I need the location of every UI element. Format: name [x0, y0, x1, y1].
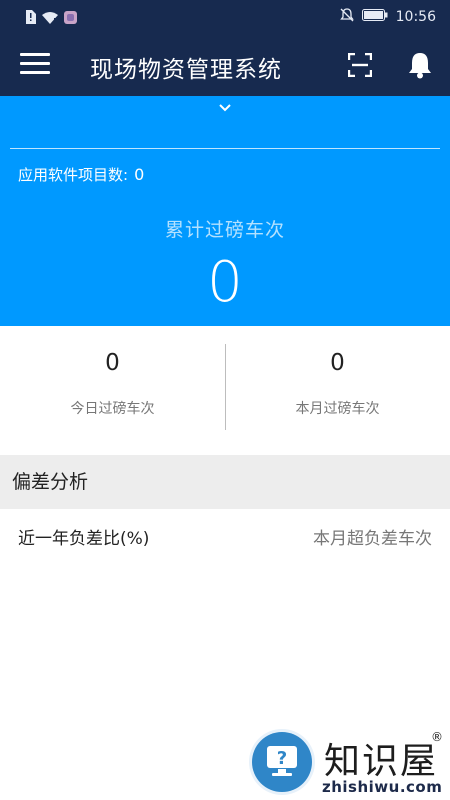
watermark-brand: 知识屋 [324, 741, 439, 782]
status-bar: 10:56 [0, 0, 450, 34]
summary-panel: 应用软件项目数: 0 累计过磅车次 0 [0, 96, 450, 326]
scan-icon[interactable] [347, 52, 373, 78]
stats-row: 0 今日过磅车次 0 本月过磅车次 [0, 326, 450, 454]
battery-icon [361, 9, 388, 25]
month-value: 0 [330, 350, 345, 376]
watermark-site: zhishiwu.com [322, 778, 443, 796]
watermark-registered: ® [431, 730, 443, 744]
status-time: 10:56 [395, 9, 436, 25]
cumulative-value: 0 [207, 250, 243, 315]
bell-icon[interactable] [407, 51, 433, 79]
watermark: ? 知识屋 ® zhishiwu.com [250, 730, 450, 800]
divider [10, 148, 440, 149]
project-count: 应用软件项目数: 0 [18, 164, 144, 185]
cumulative-label: 累计过磅车次 [164, 219, 285, 241]
month-stat[interactable]: 0 本月过磅车次 [225, 326, 450, 454]
project-count-value: 0 [134, 165, 145, 184]
today-stat[interactable]: 0 今日过磅车次 [0, 326, 225, 454]
sim-alert-icon [24, 9, 36, 28]
app-notification-icon [64, 9, 77, 28]
status-left-icons [24, 9, 77, 28]
svg-text:?: ? [277, 748, 287, 769]
deviation-row: 近一年负差比(%) 本月超负差车次 [0, 516, 450, 556]
status-right: 10:56 [339, 8, 436, 26]
wifi-icon [42, 9, 58, 28]
project-count-label: 应用软件项目数: [18, 166, 129, 184]
mute-icon [339, 8, 354, 26]
app-bar: 现场物资管理系统 [0, 34, 450, 96]
chevron-down-icon[interactable] [217, 99, 233, 112]
today-value: 0 [105, 350, 120, 376]
monthly-over-negative-label[interactable]: 本月超负差车次 [313, 524, 432, 549]
page-title: 现场物资管理系统 [90, 57, 282, 83]
menu-icon[interactable] [20, 53, 50, 77]
watermark-logo-icon: ? [252, 732, 312, 792]
month-label: 本月过磅车次 [295, 401, 380, 417]
deviation-section-header: 偏差分析 [0, 455, 450, 509]
today-label: 今日过磅车次 [70, 401, 155, 417]
yearly-negative-ratio-label[interactable]: 近一年负差比(%) [18, 524, 149, 549]
